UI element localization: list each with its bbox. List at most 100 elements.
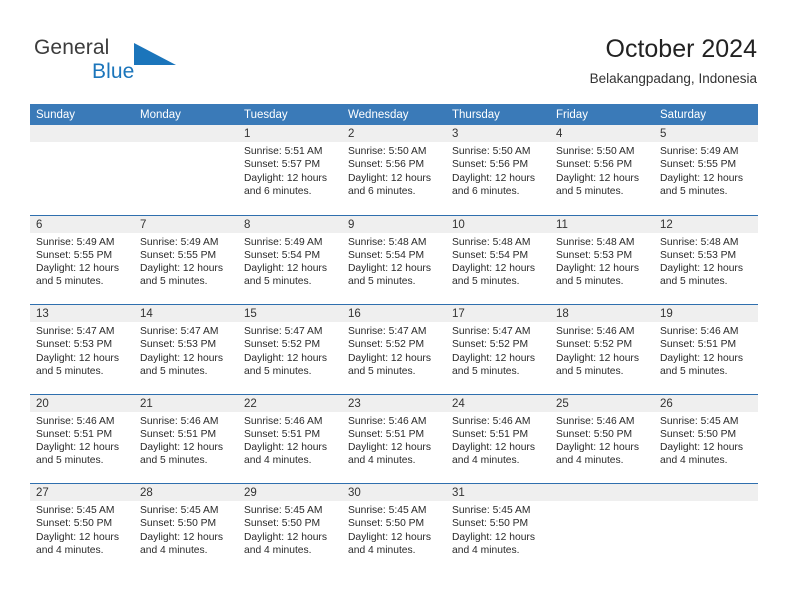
day-number: 21	[134, 394, 238, 412]
daylight-text: Daylight: 12 hours and 4 minutes.	[244, 531, 327, 556]
calendar-day-cell[interactable]: 3 Sunrise: 5:50 AM Sunset: 5:56 PM Daylight…	[446, 125, 550, 215]
calendar-week-row: 13 Sunrise: 5:47 AM Sunset: 5:53 PM Dayligh…	[30, 304, 758, 394]
day-details: Sunrise: 5:48 AM Sunset: 5:53 PM Daylight:…	[654, 233, 758, 289]
day-details: Sunrise: 5:47 AM Sunset: 5:52 PM Daylight:…	[446, 322, 550, 378]
day-number: 15	[238, 305, 342, 322]
sunrise-text: Sunrise: 5:51 AM	[244, 146, 323, 157]
calendar-day-cell[interactable]: 15 Sunrise: 5:47 AM Sunset: 5:52 PM Dayligh…	[238, 305, 342, 394]
daylight-text: Daylight: 12 hours and 5 minutes.	[660, 263, 743, 288]
day-number: 4	[550, 125, 654, 142]
daylight-text: Daylight: 12 hours and 5 minutes.	[348, 263, 431, 288]
sunset-text: Sunset: 5:53 PM	[556, 249, 633, 261]
calendar-day-cell[interactable]: 22 Sunrise: 5:46 AM Sunset: 5:51 PM Dayligh…	[238, 394, 342, 483]
day-number: 18	[550, 305, 654, 322]
sunrise-text: Sunrise: 5:47 AM	[348, 326, 427, 337]
day-details: Sunrise: 5:45 AM Sunset: 5:50 PM Daylight:…	[134, 501, 238, 557]
daylight-text: Daylight: 12 hours and 5 minutes.	[140, 442, 223, 467]
daylight-text: Daylight: 12 hours and 5 minutes.	[556, 263, 639, 288]
sunrise-text: Sunrise: 5:47 AM	[140, 326, 219, 337]
day-number: 2	[342, 125, 446, 142]
day-details: Sunrise: 5:46 AM Sunset: 5:51 PM Daylight:…	[342, 412, 446, 468]
sunrise-text: Sunrise: 5:46 AM	[36, 415, 115, 427]
sunrise-text: Sunrise: 5:46 AM	[452, 415, 531, 427]
calendar-day-cell[interactable]: 14 Sunrise: 5:47 AM Sunset: 5:53 PM Dayligh…	[134, 305, 238, 394]
day-number: 19	[654, 305, 758, 322]
calendar-day-cell[interactable]: 21 Sunrise: 5:46 AM Sunset: 5:51 PM Dayligh…	[134, 394, 238, 483]
calendar-day-cell[interactable]: 25 Sunrise: 5:46 AM Sunset: 5:50 PM Dayligh…	[550, 394, 654, 483]
calendar-day-cell[interactable]: 20 Sunrise: 5:46 AM Sunset: 5:51 PM Dayligh…	[30, 394, 134, 483]
calendar-page: General Blue October 2024 Belakangpadang…	[0, 0, 792, 612]
day-details: Sunrise: 5:49 AM Sunset: 5:55 PM Daylight:…	[134, 233, 238, 289]
sunrise-text: Sunrise: 5:45 AM	[244, 505, 323, 516]
sunset-text: Sunset: 5:53 PM	[660, 249, 737, 261]
calendar-day-cell[interactable]: 5 Sunrise: 5:49 AM Sunset: 5:55 PM Daylight…	[654, 125, 758, 215]
calendar-day-cell[interactable]: 18 Sunrise: 5:46 AM Sunset: 5:52 PM Dayligh…	[550, 305, 654, 394]
day-details: Sunrise: 5:50 AM Sunset: 5:56 PM Daylight:…	[446, 142, 550, 198]
sunset-text: Sunset: 5:51 PM	[452, 428, 529, 440]
calendar-week-row: 20 Sunrise: 5:46 AM Sunset: 5:51 PM Dayligh…	[30, 393, 758, 483]
calendar-day-cell[interactable]: 24 Sunrise: 5:46 AM Sunset: 5:51 PM Dayligh…	[446, 394, 550, 483]
day-number: 6	[30, 215, 134, 233]
calendar-day-cell[interactable]: 2 Sunrise: 5:50 AM Sunset: 5:56 PM Daylight…	[342, 125, 446, 215]
sunset-text: Sunset: 5:56 PM	[452, 159, 529, 171]
sunrise-text: Sunrise: 5:45 AM	[36, 505, 115, 516]
daylight-text: Daylight: 12 hours and 4 minutes.	[348, 531, 431, 556]
triangle-icon	[134, 43, 176, 70]
sunset-text: Sunset: 5:50 PM	[452, 518, 529, 530]
sunset-text: Sunset: 5:53 PM	[36, 339, 113, 351]
daylight-text: Daylight: 12 hours and 5 minutes.	[36, 352, 119, 377]
day-details: Sunrise: 5:46 AM Sunset: 5:51 PM Daylight:…	[30, 412, 134, 468]
day-number: 10	[446, 215, 550, 233]
calendar-day-cell[interactable]: 10 Sunrise: 5:48 AM Sunset: 5:54 PM Dayligh…	[446, 215, 550, 304]
weekday-header-row: Sunday Monday Tuesday Wednesday Thursday…	[30, 104, 758, 125]
day-details: Sunrise: 5:49 AM Sunset: 5:55 PM Daylight:…	[30, 233, 134, 289]
calendar-day-cell[interactable]: 12 Sunrise: 5:48 AM Sunset: 5:53 PM Dayligh…	[654, 215, 758, 304]
calendar-day-cell[interactable]: 27 Sunrise: 5:45 AM Sunset: 5:50 PM Dayligh…	[30, 484, 134, 573]
calendar-day-cell[interactable]: 28 Sunrise: 5:45 AM Sunset: 5:50 PM Dayligh…	[134, 484, 238, 573]
calendar-day-cell[interactable]: 7 Sunrise: 5:49 AM Sunset: 5:55 PM Daylight…	[134, 215, 238, 304]
page-title: October 2024	[605, 35, 758, 63]
calendar-day-cell[interactable]: 30 Sunrise: 5:45 AM Sunset: 5:50 PM Dayligh…	[342, 484, 446, 573]
calendar-day-cell[interactable]: 31 Sunrise: 5:45 AM Sunset: 5:50 PM Dayligh…	[446, 484, 550, 573]
calendar-day-cell[interactable]: 17 Sunrise: 5:47 AM Sunset: 5:52 PM Dayligh…	[446, 305, 550, 394]
sunset-text: Sunset: 5:55 PM	[660, 159, 737, 171]
calendar-day-cell[interactable]: 26 Sunrise: 5:45 AM Sunset: 5:50 PM Dayligh…	[654, 394, 758, 483]
daylight-text: Daylight: 12 hours and 4 minutes.	[348, 442, 431, 467]
sunset-text: Sunset: 5:52 PM	[452, 339, 529, 351]
calendar-weeks: 1 Sunrise: 5:51 AM Sunset: 5:57 PM Daylight…	[30, 125, 758, 573]
calendar-day-cell[interactable]: 19 Sunrise: 5:46 AM Sunset: 5:51 PM Dayligh…	[654, 305, 758, 394]
general-blue-logo[interactable]: General Blue	[34, 36, 254, 90]
sunset-text: Sunset: 5:50 PM	[556, 428, 633, 440]
sunrise-text: Sunrise: 5:47 AM	[452, 326, 531, 337]
day-number: 22	[238, 394, 342, 412]
calendar-cell-empty	[654, 484, 758, 573]
daylight-text: Daylight: 12 hours and 4 minutes.	[452, 531, 535, 556]
day-details: Sunrise: 5:45 AM Sunset: 5:50 PM Daylight:…	[30, 501, 134, 557]
daylight-text: Daylight: 12 hours and 5 minutes.	[140, 352, 223, 377]
calendar-day-cell[interactable]: 8 Sunrise: 5:49 AM Sunset: 5:54 PM Daylight…	[238, 215, 342, 304]
sunrise-text: Sunrise: 5:50 AM	[452, 146, 531, 157]
day-number: 13	[30, 305, 134, 322]
calendar-day-cell[interactable]: 23 Sunrise: 5:46 AM Sunset: 5:51 PM Dayligh…	[342, 394, 446, 483]
day-details: Sunrise: 5:50 AM Sunset: 5:56 PM Daylight:…	[550, 142, 654, 198]
calendar-day-cell[interactable]: 4 Sunrise: 5:50 AM Sunset: 5:56 PM Daylight…	[550, 125, 654, 215]
calendar-day-cell[interactable]: 29 Sunrise: 5:45 AM Sunset: 5:50 PM Dayligh…	[238, 484, 342, 573]
title-block: October 2024 Belakangpadang, Indonesia	[590, 34, 757, 90]
sunset-text: Sunset: 5:51 PM	[140, 428, 217, 440]
day-number: 17	[446, 305, 550, 322]
daylight-text: Daylight: 12 hours and 4 minutes.	[452, 442, 535, 467]
calendar-day-cell[interactable]: 6 Sunrise: 5:49 AM Sunset: 5:55 PM Daylight…	[30, 215, 134, 304]
day-details: Sunrise: 5:48 AM Sunset: 5:54 PM Daylight:…	[446, 233, 550, 289]
calendar-day-cell[interactable]: 13 Sunrise: 5:47 AM Sunset: 5:53 PM Dayligh…	[30, 305, 134, 394]
calendar-week-row: 27 Sunrise: 5:45 AM Sunset: 5:50 PM Dayligh…	[30, 483, 758, 573]
calendar-cell-empty	[134, 125, 238, 215]
calendar-day-cell[interactable]: 1 Sunrise: 5:51 AM Sunset: 5:57 PM Daylight…	[238, 125, 342, 215]
day-number: 9	[342, 215, 446, 233]
calendar-day-cell[interactable]: 9 Sunrise: 5:48 AM Sunset: 5:54 PM Daylight…	[342, 215, 446, 304]
sunset-text: Sunset: 5:51 PM	[244, 428, 321, 440]
sunset-text: Sunset: 5:51 PM	[660, 339, 737, 351]
sunrise-text: Sunrise: 5:49 AM	[36, 236, 115, 248]
calendar-day-cell[interactable]: 16 Sunrise: 5:47 AM Sunset: 5:52 PM Dayligh…	[342, 305, 446, 394]
sunset-text: Sunset: 5:51 PM	[348, 428, 425, 440]
calendar-day-cell[interactable]: 11 Sunrise: 5:48 AM Sunset: 5:53 PM Dayligh…	[550, 215, 654, 304]
